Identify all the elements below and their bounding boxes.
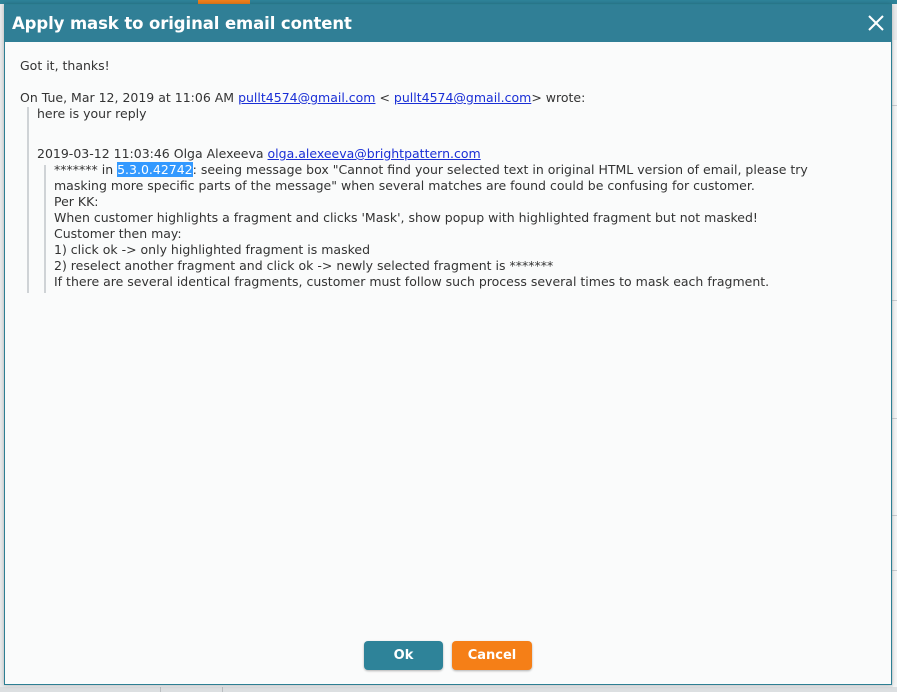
body-line: ******* in 5.3.0.42742: seeing message b… <box>54 162 808 177</box>
quoted-reply: here is your reply <box>37 106 147 121</box>
background-app-panel <box>893 40 897 692</box>
background-divider <box>892 570 897 571</box>
background-divider <box>892 418 897 419</box>
body-line: Customer then may: <box>54 226 182 241</box>
body-line: If there are several identical fragments… <box>54 274 770 289</box>
ok-button[interactable]: Ok <box>364 641 443 670</box>
body-line: 1) click ok -> only highlighted fragment… <box>54 242 371 257</box>
sender-email-link-2[interactable]: pullt4574@gmail.com <box>394 90 531 105</box>
nested-header: 2019-03-12 11:03:46 Olga Alexeeva olga.a… <box>37 146 481 161</box>
nested-email-link[interactable]: olga.alexeeva@brightpattern.com <box>268 146 481 161</box>
body-line: masking more specific parts of the messa… <box>54 178 755 193</box>
body-line: Per KK: <box>54 194 99 209</box>
body-line: 2) reselect another fragment and click o… <box>54 258 554 273</box>
dialog-titlebar: Apply mask to original email content <box>5 5 891 42</box>
body-line-rest: : seeing message box "Cannot find your s… <box>192 162 808 177</box>
nested-quote-border <box>44 165 46 293</box>
close-icon <box>868 15 884 31</box>
apply-mask-dialog: Apply mask to original email content Got… <box>4 4 892 685</box>
reply-header-separator: < <box>375 90 394 105</box>
background-app-footer <box>0 687 897 692</box>
email-text-line: Got it, thanks! <box>20 58 110 73</box>
background-divider <box>892 300 897 301</box>
sender-email-link[interactable]: pullt4574@gmail.com <box>238 90 375 105</box>
background-divider <box>160 687 161 692</box>
background-divider <box>222 687 223 692</box>
body-prefix: ******* in <box>54 162 118 177</box>
reply-header-date: On Tue, Mar 12, 2019 at 11:06 AM <box>20 90 239 105</box>
reply-header-wrote: > wrote: <box>531 90 586 105</box>
background-divider <box>892 515 897 516</box>
nested-header-date: 2019-03-12 11:03:46 Olga Alexeeva <box>37 146 268 161</box>
close-button[interactable] <box>865 12 887 34</box>
dialog-title: Apply mask to original email content <box>12 14 352 33</box>
quote-border <box>27 107 29 293</box>
reply-header: On Tue, Mar 12, 2019 at 11:06 AM pullt45… <box>20 90 585 105</box>
cancel-button[interactable]: Cancel <box>452 641 532 670</box>
body-line: When customer highlights a fragment and … <box>54 210 758 225</box>
background-divider <box>892 105 897 106</box>
selected-text-highlight[interactable]: 5.3.0.42742 <box>117 162 193 177</box>
